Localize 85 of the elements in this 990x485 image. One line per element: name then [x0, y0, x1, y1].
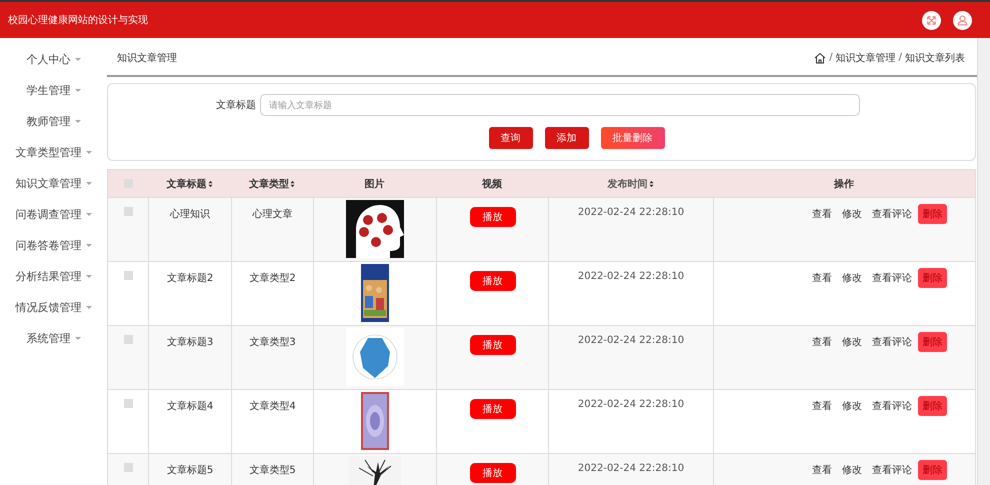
table-cell: 2022-02-24 22:28:10 — [578, 463, 684, 474]
breadcrumb-separator: / — [898, 52, 902, 63]
table-cell-text: 文章类型5 — [249, 464, 296, 477]
action-link[interactable]: 查看 — [812, 335, 832, 349]
select-all-checkbox[interactable] — [124, 179, 132, 188]
play-button[interactable]: 播放 — [470, 399, 516, 419]
page-title: 知识文章管理 — [117, 52, 177, 64]
action-link[interactable]: 查看 — [812, 463, 832, 477]
sidebar-item[interactable]: 系统管理 — [26, 331, 80, 362]
play-button[interactable]: 播放 — [470, 207, 516, 227]
action-link[interactable]: 查看 — [812, 207, 832, 221]
action-button[interactable]: 查询 — [488, 127, 532, 149]
sidebar-item[interactable]: 问卷调查管理 — [16, 207, 92, 238]
action-button[interactable]: 批量删除 — [600, 127, 664, 149]
action-button[interactable]: 添加 — [544, 127, 588, 149]
row-checkbox[interactable] — [124, 399, 132, 408]
sidebar-item[interactable]: 知识文章管理 — [16, 176, 92, 207]
table-cell-text: 文章类型2 — [249, 272, 296, 285]
table-cell: 2022-02-24 22:28:10 — [578, 271, 684, 282]
caret-icon — [86, 244, 92, 247]
caret-icon — [86, 182, 92, 185]
sidebar-item[interactable]: 文章类型管理 — [16, 145, 92, 176]
action-link[interactable]: 修改 — [842, 399, 862, 413]
title-search-field[interactable]: 请输入文章标题 — [260, 94, 860, 116]
table-cell-text: 文章标题4 — [166, 400, 214, 413]
caret-icon — [86, 213, 92, 216]
action-link[interactable]: 查看评论 — [872, 271, 912, 285]
action-link[interactable]: 修改 — [842, 463, 862, 477]
action-link[interactable]: 修改 — [842, 335, 862, 349]
table-cell-text: 文章标题5 — [166, 464, 214, 477]
column-header[interactable]: 文章类型 — [249, 176, 289, 190]
row-checkbox[interactable] — [124, 271, 132, 280]
table-cell-text: 心理文章 — [252, 208, 292, 221]
column-header[interactable]: 视频 — [482, 176, 502, 190]
table-cell-text: 文章类型4 — [249, 400, 296, 413]
sidebar-item[interactable]: 个人中心 — [26, 52, 80, 83]
caret-icon — [74, 120, 80, 123]
home-icon[interactable] — [814, 52, 826, 64]
caret-icon — [74, 337, 80, 340]
action-link[interactable]: 查看 — [812, 271, 832, 285]
sidebar-item[interactable]: 情况反馈管理 — [16, 300, 92, 331]
table-cell-text: 文章类型3 — [249, 336, 296, 349]
scrollbar[interactable] — [977, 38, 990, 485]
row-checkbox[interactable] — [124, 335, 132, 344]
sidebar-item[interactable]: 分析结果管理 — [16, 269, 92, 300]
sort-icon[interactable] — [208, 180, 212, 188]
action-link[interactable]: 查看评论 — [872, 207, 912, 221]
table-cell: 2022-02-24 22:28:10 — [578, 335, 684, 346]
caret-icon — [74, 58, 80, 61]
sidebar-item[interactable]: 教师管理 — [26, 114, 80, 145]
field-label: 文章标题 — [216, 98, 256, 112]
sort-icon[interactable] — [290, 180, 295, 188]
sidebar-item[interactable]: 问卷答卷管理 — [16, 238, 92, 269]
table-cell-text: 文章标题3 — [166, 336, 214, 349]
action-link[interactable]: 查看评论 — [872, 463, 912, 477]
column-header[interactable]: 文章标题 — [166, 176, 206, 190]
column-header[interactable]: 发布时间 — [608, 176, 648, 190]
row-checkbox[interactable] — [124, 463, 132, 472]
table-cell-text: 心理知识 — [170, 208, 210, 221]
user-icon[interactable] — [953, 10, 972, 30]
column-header[interactable]: 操作 — [834, 176, 854, 190]
breadcrumb-separator: / — [829, 52, 833, 63]
breadcrumb-item[interactable]: 知识文章列表 — [905, 50, 965, 64]
table-cell-text: 文章标题2 — [166, 272, 214, 285]
table-cell: 2022-02-24 22:28:10 — [578, 399, 684, 410]
play-button[interactable]: 播放 — [470, 335, 516, 355]
breadcrumb-item[interactable]: 知识文章管理 — [836, 50, 896, 64]
app-title: 校园心理健康网站的设计与实现 — [8, 14, 148, 27]
action-link[interactable]: 修改 — [842, 207, 862, 221]
sidebar-item[interactable]: 学生管理 — [26, 83, 80, 114]
play-button[interactable]: 播放 — [470, 271, 516, 291]
caret-icon — [86, 275, 92, 278]
row-checkbox[interactable] — [124, 207, 132, 216]
table-cell: 2022-02-24 22:28:10 — [578, 207, 684, 218]
action-link[interactable]: 查看评论 — [872, 335, 912, 349]
action-link[interactable]: 修改 — [842, 271, 862, 285]
caret-icon — [74, 89, 80, 92]
action-link[interactable]: 查看 — [812, 399, 832, 413]
sort-icon[interactable] — [648, 180, 654, 188]
caret-icon — [86, 306, 92, 309]
play-button[interactable]: 播放 — [470, 463, 516, 483]
column-header[interactable]: 图片 — [364, 176, 384, 190]
action-link[interactable]: 查看评论 — [872, 399, 912, 413]
fullscreen-icon[interactable] — [922, 10, 941, 30]
caret-icon — [86, 151, 92, 154]
